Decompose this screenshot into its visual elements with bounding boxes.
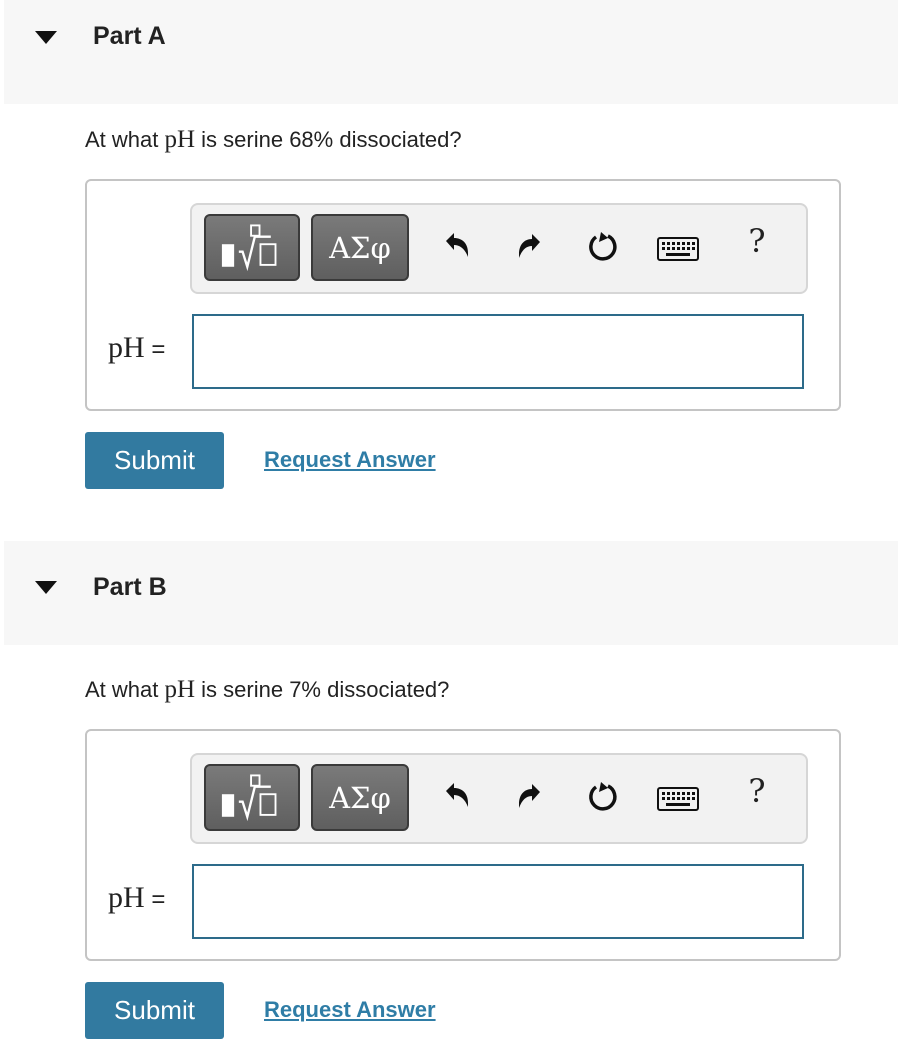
greek-symbols-button[interactable]: ΑΣφ — [311, 214, 409, 281]
question-prefix: At what — [85, 127, 165, 152]
undo-icon[interactable] — [438, 779, 472, 813]
answer-label: pH = — [108, 881, 165, 915]
answer-label: pH = — [108, 331, 165, 365]
greek-symbols-button[interactable]: ΑΣφ — [311, 764, 409, 831]
templates-button[interactable] — [204, 214, 300, 281]
part-a-question: At what pH is serine 68% dissociated? — [85, 126, 462, 154]
request-answer-link[interactable]: Request Answer — [264, 447, 436, 473]
help-icon[interactable]: ? — [742, 772, 772, 816]
question-math-ph: pH — [164, 676, 196, 703]
keyboard-icon[interactable] — [657, 237, 699, 261]
redo-icon[interactable] — [514, 229, 548, 263]
keyboard-icon[interactable] — [657, 787, 699, 811]
answer-label-ph: pH — [108, 881, 145, 914]
reset-icon[interactable] — [586, 229, 620, 263]
undo-icon[interactable] — [438, 229, 472, 263]
answer-label-equals: = — [144, 886, 166, 913]
question-suffix: is serine 68% dissociated? — [195, 127, 462, 152]
answer-input[interactable] — [192, 864, 804, 939]
collapse-triangle-icon[interactable] — [35, 31, 57, 45]
part-b-title: Part B — [93, 573, 167, 601]
question-math-ph: pH — [164, 126, 196, 153]
help-icon[interactable]: ? — [742, 222, 772, 266]
question-prefix: At what — [85, 677, 165, 702]
math-toolbar: ΑΣφ ? — [190, 753, 808, 844]
templates-button[interactable] — [204, 764, 300, 831]
redo-icon[interactable] — [514, 779, 548, 813]
submit-button[interactable]: Submit — [85, 982, 224, 1039]
part-b-answer-box: ΑΣφ ? pH = — [85, 729, 841, 961]
part-a-answer-box: ΑΣφ ? pH = — [85, 179, 841, 411]
answer-input[interactable] — [192, 314, 804, 389]
templates-icon — [221, 224, 277, 272]
submit-button[interactable]: Submit — [85, 432, 224, 489]
answer-label-ph: pH — [108, 331, 145, 364]
answer-label-equals: = — [144, 336, 166, 363]
part-a-header[interactable]: Part A — [4, 0, 898, 104]
part-b-header[interactable]: Part B — [4, 541, 898, 645]
part-b-question: At what pH is serine 7% dissociated? — [85, 676, 449, 704]
request-answer-link[interactable]: Request Answer — [264, 997, 436, 1023]
math-toolbar: ΑΣφ ? — [190, 203, 808, 294]
templates-icon — [221, 774, 277, 822]
reset-icon[interactable] — [586, 779, 620, 813]
collapse-triangle-icon[interactable] — [35, 581, 57, 595]
question-suffix: is serine 7% dissociated? — [195, 677, 450, 702]
part-a-title: Part A — [93, 22, 166, 50]
